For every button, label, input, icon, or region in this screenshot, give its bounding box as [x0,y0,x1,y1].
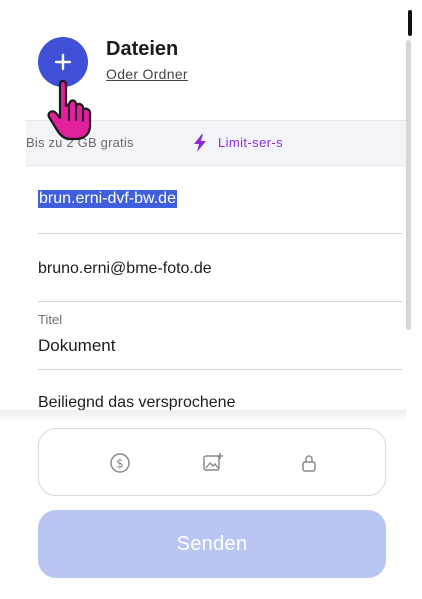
options-bar: $ [38,428,386,496]
send-button[interactable]: Senden [38,510,386,578]
to-field-value[interactable]: brun.erni-dvf-bw.de [38,190,177,208]
page-title: Dateien [106,38,179,60]
hand-pointer-cursor-icon [47,79,92,141]
title-field-label: Titel [38,312,63,327]
window-edge [408,10,412,36]
from-field-value[interactable]: bruno.erni@bme-foto.de [38,260,212,278]
title-field-value[interactable]: Dokument [38,336,115,356]
to-field[interactable]: brun.erni-dvf-bw.de [38,166,402,234]
scrollbar[interactable] [406,40,411,330]
title-field[interactable]: Titel Dokument [38,302,402,370]
plus-icon [54,53,72,71]
message-field[interactable]: Beiliegnd das versprochene [38,370,402,414]
transfer-panel: Dateien Oder Ordner Bis zu 2 GB gratis L… [0,0,414,599]
image-plus-icon[interactable] [201,451,225,475]
dollar-coin-icon[interactable]: $ [108,451,132,475]
bolt-icon [194,134,206,152]
limit-link[interactable]: Limit-ser-s [218,135,283,150]
lock-icon[interactable] [297,451,321,475]
svg-text:$: $ [116,457,124,471]
folder-link[interactable]: Oder Ordner [106,66,188,82]
scroll-fade [0,410,406,422]
from-field[interactable]: bruno.erni@bme-foto.de [38,234,402,302]
